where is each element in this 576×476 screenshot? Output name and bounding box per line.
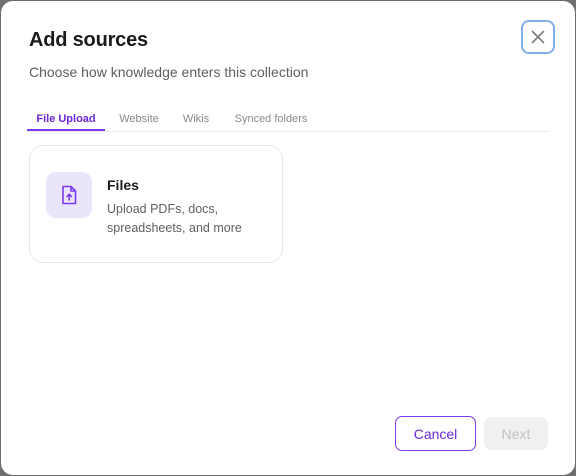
tab-file-upload[interactable]: File Upload	[27, 109, 105, 131]
tab-wikis[interactable]: Wikis	[177, 109, 215, 131]
files-source-card[interactable]: Files Upload PDFs, docs, spreadsheets, a…	[29, 145, 283, 263]
tab-website[interactable]: Website	[111, 109, 167, 131]
tab-synced-folders[interactable]: Synced folders	[229, 109, 313, 131]
card-description: Upload PDFs, docs, spreadsheets, and mor…	[107, 202, 242, 235]
close-icon	[531, 30, 545, 44]
close-button[interactable]	[521, 20, 555, 54]
dialog-title: Add sources	[29, 29, 148, 51]
next-button[interactable]: Next	[484, 417, 548, 450]
card-title: Files	[107, 177, 139, 193]
file-upload-icon	[46, 172, 92, 218]
source-tabs: File Upload Website Wikis Synced folders	[27, 109, 549, 132]
add-sources-dialog: Add sources Choose how knowledge enters …	[1, 1, 575, 475]
cancel-button[interactable]: Cancel	[395, 416, 476, 451]
dialog-subtitle: Choose how knowledge enters this collect…	[29, 64, 309, 80]
